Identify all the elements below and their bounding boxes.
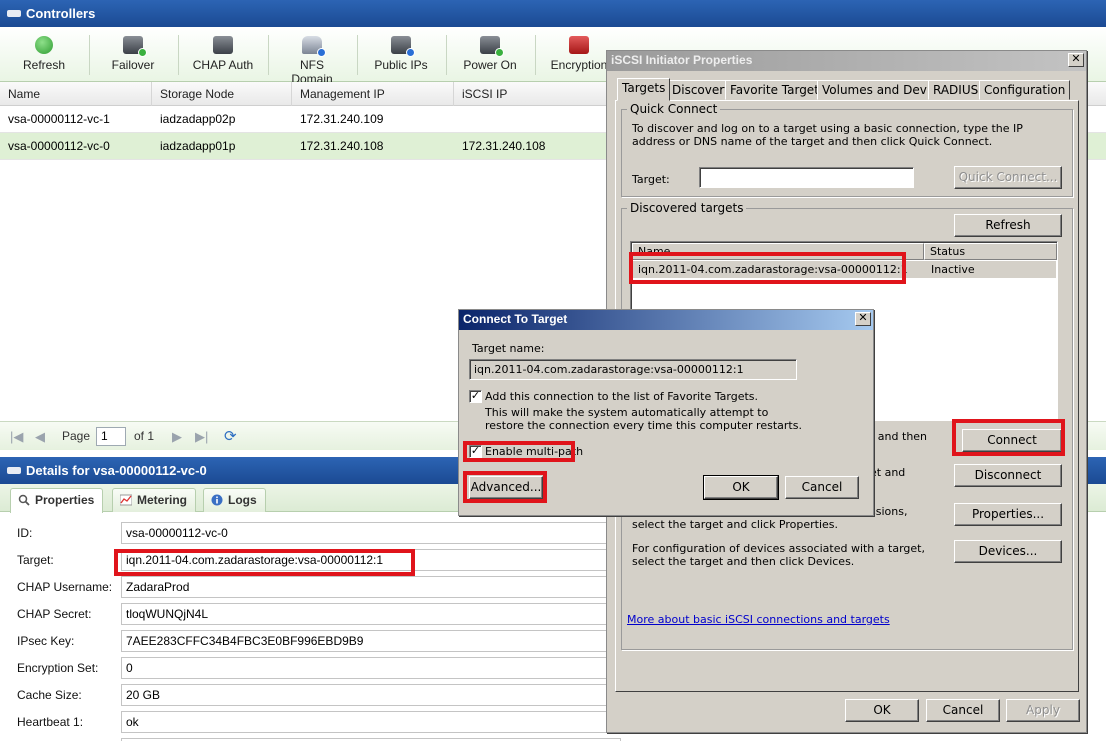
controllers-title: Controllers xyxy=(26,6,96,21)
failover-button[interactable]: Failover xyxy=(104,27,162,82)
tab-metering[interactable]: Metering xyxy=(112,488,197,512)
target-name: iqn.2011-04.com.zadarastorage:vsa-000001… xyxy=(638,263,908,276)
prop-value-ipsec-key: 7AEE283CFFC34B4FBC3E0BF996EBD9B9 xyxy=(121,630,621,652)
prop-label-encryption-set: Encryption Set: xyxy=(17,661,99,675)
prop-value-chap-secret: tloqWUNQjN4L xyxy=(121,603,621,625)
tab-logs[interactable]: Logs xyxy=(203,488,266,512)
prop-label-id: ID: xyxy=(17,526,33,540)
favorite-checkbox[interactable]: ✓ xyxy=(469,390,482,403)
advanced-button[interactable]: Advanced... xyxy=(469,476,543,499)
chap-auth-icon xyxy=(213,36,233,54)
power-on-icon xyxy=(480,36,504,57)
page-count: of 1 xyxy=(134,429,155,443)
multipath-checkbox[interactable]: ✓ xyxy=(469,445,482,458)
connect-button[interactable]: Connect xyxy=(962,429,1062,452)
prop-value-id: vsa-00000112-vc-0 xyxy=(121,522,621,544)
chart-icon xyxy=(120,494,132,506)
connect-help-fragment: t and then xyxy=(870,430,928,443)
quick-connect-button[interactable]: Quick Connect... xyxy=(954,166,1062,189)
target-name-label: Target name: xyxy=(472,342,545,355)
properties-help-fragment: ssions, xyxy=(870,505,908,518)
iscsi-dialog-titlebar: iSCSI Initiator Properties ✕ xyxy=(607,51,1086,71)
magnifier-icon xyxy=(18,494,30,506)
iscsi-apply-button[interactable]: Apply xyxy=(1006,699,1080,722)
discovered-targets-legend: Discovered targets xyxy=(627,201,747,215)
prev-page-icon[interactable]: ◀ xyxy=(35,422,45,451)
connect-dialog-titlebar: Connect To Target ✕ xyxy=(459,310,873,330)
iscsi-dialog-title: iSCSI Initiator Properties xyxy=(611,53,753,67)
quick-connect-legend: Quick Connect xyxy=(627,102,721,116)
nfs-domain-button[interactable]: NFS Domain xyxy=(280,27,344,86)
server-icon xyxy=(7,467,21,474)
page-input[interactable]: 1 xyxy=(96,427,126,446)
connect-ok-button[interactable]: OK xyxy=(703,475,779,500)
info-icon xyxy=(211,494,223,506)
column-storage-node[interactable]: Storage Node xyxy=(152,82,292,106)
prop-label-heartbeat: Heartbeat 1: xyxy=(17,715,84,729)
devices-button[interactable]: Devices... xyxy=(954,540,1062,563)
failover-icon xyxy=(123,36,147,57)
favorite-label: Add this connection to the list of Favor… xyxy=(485,390,759,403)
refresh-icon xyxy=(35,36,53,54)
nfs-domain-icon xyxy=(302,36,326,57)
details-title: Details for vsa-00000112-vc-0 xyxy=(26,463,207,478)
target-name-field: iqn.2011-04.com.zadarastorage:vsa-000001… xyxy=(469,359,797,380)
controllers-header: Controllers xyxy=(0,0,1106,27)
favorite-note: This will make the system automatically … xyxy=(485,406,802,432)
column-name[interactable]: Name xyxy=(0,82,152,106)
properties-help-text: select the target and click Properties. xyxy=(632,518,839,531)
iscsi-ok-button[interactable]: OK xyxy=(845,699,919,722)
target-input[interactable] xyxy=(699,167,914,188)
devices-help-text: For configuration of devices associated … xyxy=(632,542,925,568)
prop-label-cache-size: Cache Size: xyxy=(17,688,82,702)
prop-value-heartbeat: ok xyxy=(121,711,621,733)
page-label: Page xyxy=(62,429,91,443)
list-column-status[interactable]: Status xyxy=(924,243,1057,260)
connect-dialog-title: Connect To Target xyxy=(463,312,568,326)
reload-icon[interactable]: ⟳ xyxy=(224,422,237,451)
column-iscsi-ip[interactable]: iSCSI IP xyxy=(454,82,614,106)
iscsi-cancel-button[interactable]: Cancel xyxy=(926,699,1000,722)
list-column-name[interactable]: Name xyxy=(632,243,924,260)
disconnect-help-fragment: et and xyxy=(870,466,906,479)
chap-auth-button[interactable]: CHAP Auth xyxy=(190,27,256,82)
quick-connect-description: To discover and log on to a target using… xyxy=(632,122,1023,148)
list-item[interactable]: iqn.2011-04.com.zadarastorage:vsa-000001… xyxy=(632,261,1056,278)
tab-favorite-targets[interactable]: Favorite Targets xyxy=(725,80,831,100)
refresh-button[interactable]: Refresh xyxy=(18,27,70,82)
tab-targets[interactable]: Targets xyxy=(617,78,671,101)
connect-cancel-button[interactable]: Cancel xyxy=(785,476,859,499)
connect-to-target-dialog: Connect To Target ✕ Target name: iqn.201… xyxy=(458,309,874,516)
prop-value-target: iqn.2011-04.com.zadarastorage:vsa-000001… xyxy=(121,549,621,571)
first-page-icon[interactable]: |◀ xyxy=(10,422,23,451)
column-management-ip[interactable]: Management IP xyxy=(292,82,454,106)
server-icon xyxy=(7,10,21,17)
multipath-label: Enable multi-path xyxy=(485,445,584,458)
prop-label-target: Target: xyxy=(17,553,54,567)
last-page-icon[interactable]: ▶| xyxy=(195,422,208,451)
prop-value-encryption-set: 0 xyxy=(121,657,621,679)
public-ips-icon xyxy=(391,36,415,57)
tab-configuration[interactable]: Configuration xyxy=(979,80,1071,100)
properties-button[interactable]: Properties... xyxy=(954,503,1062,526)
prop-value-cache-size: 20 GB xyxy=(121,684,621,706)
target-status: Inactive xyxy=(931,263,975,276)
power-on-button[interactable]: Power On xyxy=(460,27,520,82)
prop-label-chap-username: CHAP Username: xyxy=(17,580,113,594)
encryption-icon xyxy=(569,36,589,54)
prop-label-ipsec-key: IPsec Key: xyxy=(17,634,75,648)
encryption-button[interactable]: Encryption xyxy=(548,27,610,82)
close-icon[interactable]: ✕ xyxy=(1068,53,1084,67)
refresh-targets-button[interactable]: Refresh xyxy=(954,214,1062,237)
next-page-icon[interactable]: ▶ xyxy=(172,422,182,451)
public-ips-button[interactable]: Public IPs xyxy=(370,27,432,82)
prop-label-chap-secret: CHAP Secret: xyxy=(17,607,92,621)
prop-value-chap-username: ZadaraProd xyxy=(121,576,621,598)
target-label: Target: xyxy=(632,173,670,186)
tab-radius[interactable]: RADIUS xyxy=(928,80,984,100)
disconnect-button[interactable]: Disconnect xyxy=(954,464,1062,487)
close-icon[interactable]: ✕ xyxy=(855,312,871,326)
more-info-link[interactable]: More about basic iSCSI connections and t… xyxy=(627,613,890,626)
tab-properties[interactable]: Properties xyxy=(10,488,104,513)
